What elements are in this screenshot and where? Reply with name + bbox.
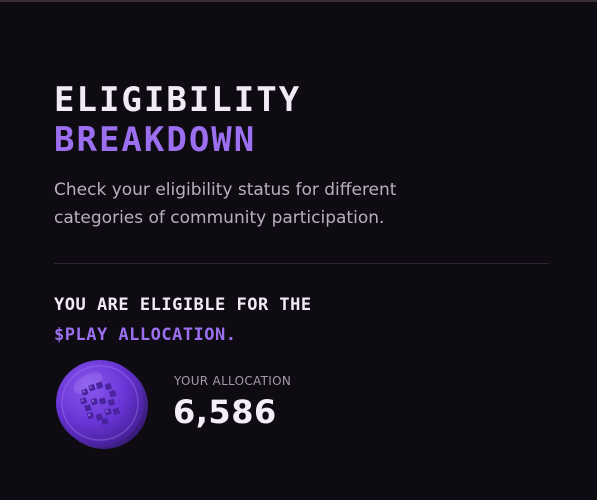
play-coin-icon <box>56 360 148 449</box>
eligibility-line-1: YOU ARE ELIGIBLE FOR THE <box>54 295 312 315</box>
allocation-label: YOUR ALLOCATION <box>174 374 292 388</box>
page-title: ELIGIBILITY BREAKDOWN <box>54 80 301 160</box>
allocation-value: 6,586 <box>173 393 277 431</box>
eligibility-message: YOU ARE ELIGIBLE FOR THE $PLAY ALLOCATIO… <box>54 290 312 350</box>
title-line-1: ELIGIBILITY <box>54 80 302 120</box>
title-line-2: BREAKDOWN <box>54 120 257 160</box>
top-border <box>0 0 597 2</box>
eligibility-line-2: $PLAY ALLOCATION. <box>54 325 237 345</box>
page-subtitle: Check your eligibility status for differ… <box>54 180 397 228</box>
divider <box>54 263 549 264</box>
